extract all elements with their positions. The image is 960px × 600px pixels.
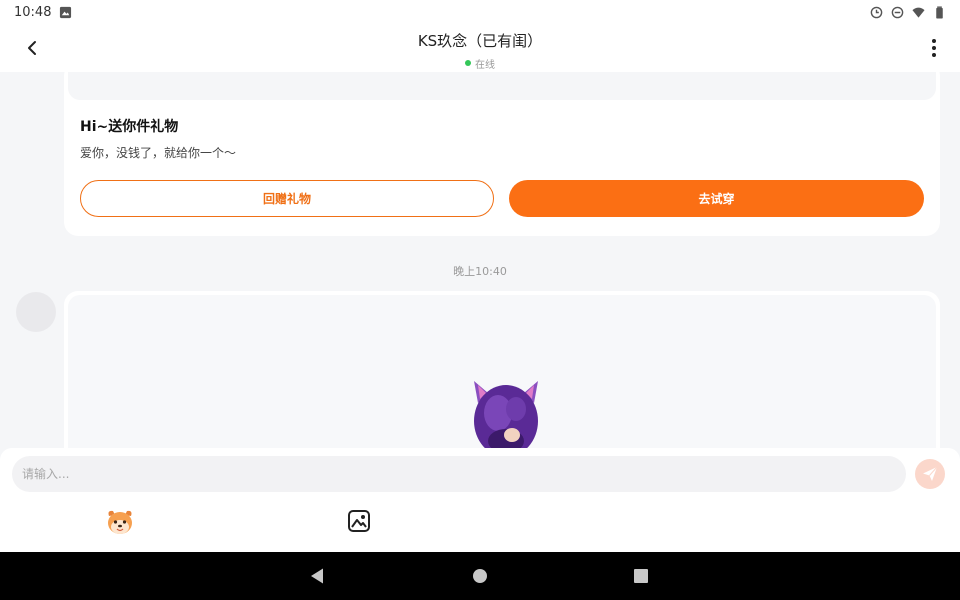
wifi-icon	[912, 7, 925, 18]
image-icon[interactable]	[347, 509, 371, 533]
gift-message-card: Hi~送你件礼物 爱你，没钱了，就给你一个～ 回赠礼物 去试穿	[64, 72, 940, 236]
chat-area[interactable]: Hi~送你件礼物 爱你，没钱了，就给你一个～ 回赠礼物 去试穿 晚上10:40	[0, 72, 960, 448]
cat-ear-hood-image	[474, 381, 538, 448]
message-input[interactable]	[12, 456, 906, 492]
gift-description: 爱你，没钱了，就给你一个～	[80, 146, 237, 160]
app-bar: KS玖念（已有闺） 在线	[0, 24, 960, 72]
send-button[interactable]	[915, 459, 945, 489]
gift-title: Hi~送你件礼物	[80, 119, 179, 135]
status-time: 10:48	[14, 4, 52, 20]
gift-preview-area	[68, 72, 936, 100]
status-bar: 10:48	[0, 0, 960, 24]
more-dot-icon	[932, 39, 936, 43]
photo-icon	[60, 6, 72, 18]
send-icon	[923, 466, 938, 481]
chat-title: KS玖念（已有闺）	[417, 32, 543, 50]
message-timestamp: 晚上10:40	[453, 265, 507, 278]
online-status-label: 在线	[475, 59, 495, 71]
more-options-button[interactable]	[918, 32, 950, 64]
more-dot-icon	[932, 46, 936, 50]
sync-icon	[870, 6, 883, 18]
online-dot	[465, 60, 471, 66]
more-dot-icon	[932, 53, 936, 57]
dnd-icon	[891, 6, 904, 18]
return-gift-button[interactable]: 回赠礼物	[80, 180, 494, 217]
gift-image-card[interactable]	[64, 291, 940, 448]
try-on-button[interactable]: 去试穿	[509, 180, 924, 217]
emoji-icon[interactable]	[105, 508, 135, 536]
online-status: 在线	[465, 56, 495, 71]
battery-icon	[936, 5, 943, 19]
avatar[interactable]	[16, 292, 56, 332]
system-nav-bar	[0, 552, 960, 600]
home-icon[interactable]	[473, 569, 487, 583]
recents-icon[interactable]	[634, 569, 648, 583]
chat-header: KS玖念（已有闺） 在线	[0, 30, 960, 71]
gift-image-area	[68, 295, 936, 448]
back-icon[interactable]	[308, 567, 326, 585]
composer	[0, 448, 960, 552]
